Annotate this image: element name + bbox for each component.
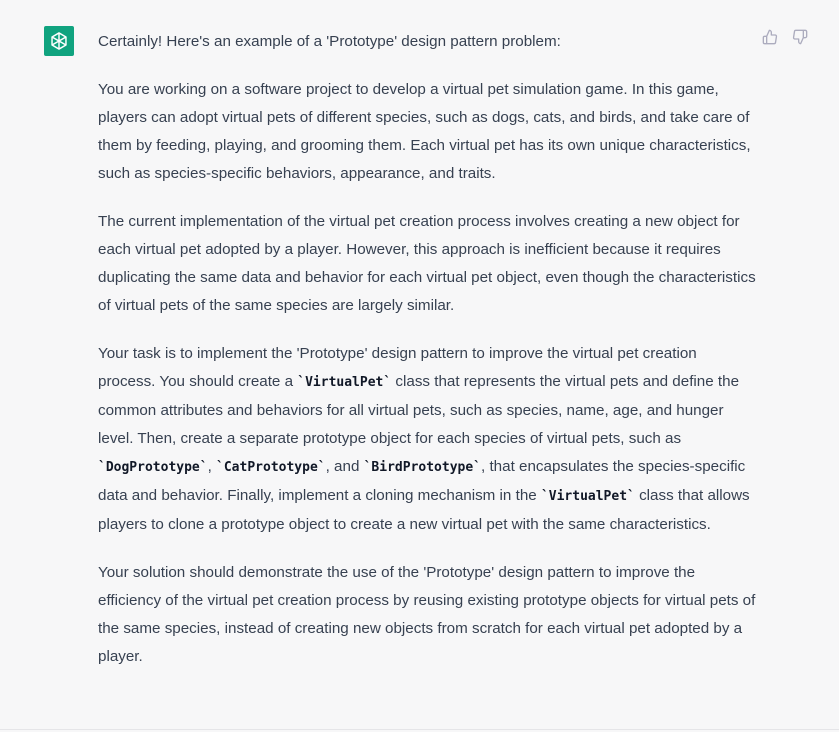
feedback-actions: [761, 28, 809, 46]
paragraph-2: The current implementation of the virtua…: [98, 213, 756, 314]
text-segment: ,: [207, 458, 217, 475]
thumbs-up-icon: [762, 29, 778, 45]
assistant-message: Certainly! Here's an example of a 'Proto…: [0, 0, 839, 732]
inline-code-virtualpet: `VirtualPet`: [297, 375, 392, 390]
inline-code-virtualpet: `VirtualPet`: [540, 489, 635, 504]
thumbs-down-icon: [792, 29, 808, 45]
inline-code-catprototype: `CatPrototype`: [216, 460, 326, 475]
paragraph-1: You are working on a software project to…: [98, 81, 751, 182]
inline-code-dogprototype: `DogPrototype`: [98, 460, 208, 475]
inline-code-birdprototype: `BirdPrototype`: [363, 460, 482, 475]
thumbs-up-button[interactable]: [761, 28, 779, 46]
message-content: Certainly! Here's an example of a 'Proto…: [98, 28, 758, 691]
thumbs-down-button[interactable]: [791, 28, 809, 46]
assistant-avatar: [44, 26, 74, 56]
message-divider: [0, 729, 839, 730]
text-segment: , and: [325, 458, 364, 475]
paragraph-3: Your task is to implement the 'Prototype…: [98, 340, 758, 539]
intro-paragraph: Certainly! Here's an example of a 'Proto…: [98, 33, 561, 50]
openai-logo-icon: [51, 32, 67, 50]
paragraph-4: Your solution should demonstrate the use…: [98, 564, 756, 665]
